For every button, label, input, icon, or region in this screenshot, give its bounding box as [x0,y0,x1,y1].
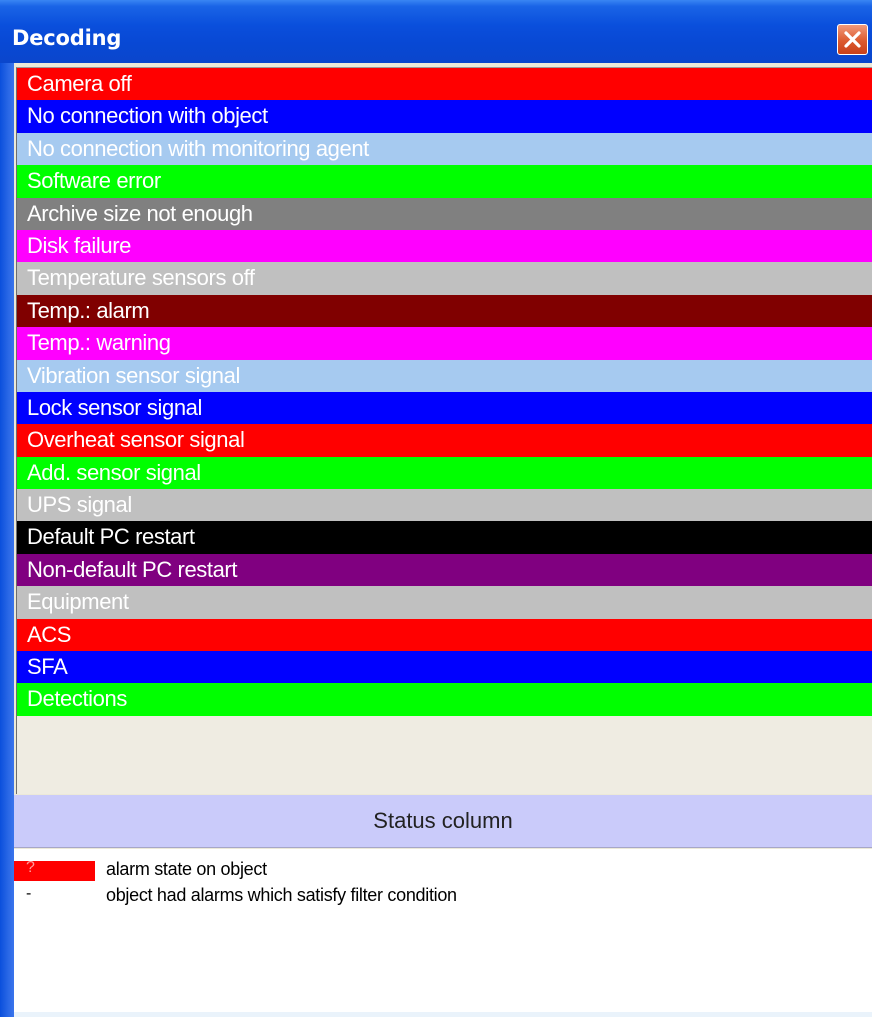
legend-text: object had alarms which satisfy filter c… [106,885,457,905]
list-item[interactable]: ACS [17,618,872,652]
legend-symbol: ? [26,859,35,876]
list-item[interactable]: UPS signal [17,489,872,522]
list-item[interactable]: Software error [17,165,872,198]
decoding-list[interactable]: Camera off No connection with object No co… [16,67,872,794]
status-legend: ? alarm state on object - object had ala… [14,849,872,1017]
list-item[interactable]: Lock sensor signal [17,391,872,425]
list-item[interactable]: Default PC restart [17,521,872,554]
list-item[interactable]: Add. sensor signal [17,456,872,490]
list-item[interactable]: Equipment [17,586,872,619]
list-item[interactable]: No connection with monitoring agent [17,132,872,166]
close-icon [844,31,861,48]
list-item[interactable]: Detections [17,683,872,716]
list-item[interactable]: SFA [17,651,872,684]
list-item[interactable]: Temp.: warning [17,327,872,360]
window-left-border [0,63,14,1017]
list-item[interactable]: Camera off [17,68,872,101]
legend-symbol: - [26,885,32,902]
legend-text: alarm state on object [106,859,267,879]
title-bar[interactable]: Decoding [0,0,872,63]
window-title: Decoding [12,26,122,50]
list-item[interactable]: Temp.: alarm [17,294,872,328]
status-column-header: Status column [14,795,872,848]
legend-item-alarm: ? alarm state on object [14,859,872,881]
legend-item-filter: - object had alarms which satisfy filter… [14,885,872,907]
list-item[interactable]: Archive size not enough [17,197,872,230]
decoding-window: Decoding Camera off No connection with ob… [0,0,872,1017]
list-item[interactable]: Non-default PC restart [17,553,872,587]
list-item[interactable]: No connection with object [17,100,872,133]
list-item[interactable]: Vibration sensor signal [17,359,872,392]
close-button[interactable] [837,24,868,55]
list-item[interactable]: Disk failure [17,229,872,263]
window-bottom-edge [14,1012,872,1017]
list-item[interactable]: Overheat sensor signal [17,424,872,457]
window-content: Camera off No connection with object No co… [14,63,872,1017]
list-item[interactable]: Temperature sensors off [17,262,872,295]
